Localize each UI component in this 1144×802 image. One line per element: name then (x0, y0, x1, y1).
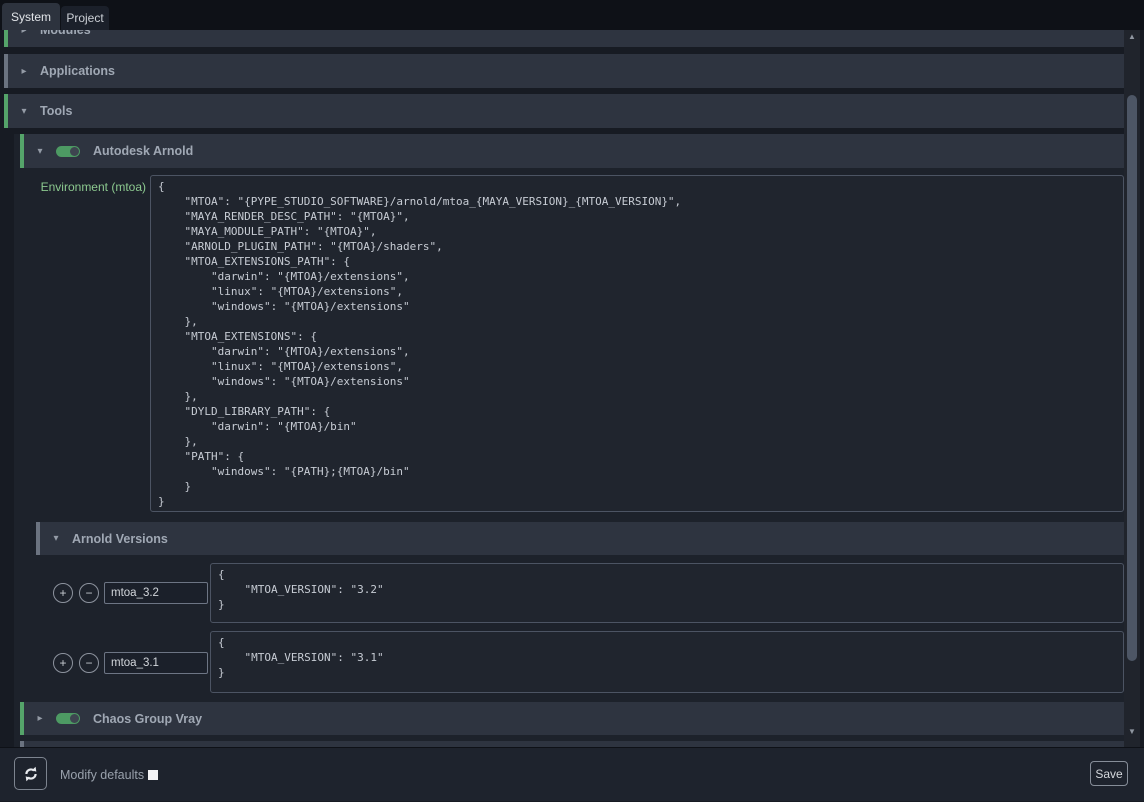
modify-defaults-checkbox[interactable] (148, 770, 158, 780)
scroll-up-icon[interactable]: ▲ (1124, 30, 1140, 44)
footer-bar: Modify defaults Save (0, 747, 1144, 801)
scroll-down-icon[interactable]: ▼ (1124, 725, 1140, 739)
section-title-autodesk-arnold: Autodesk Arnold (93, 144, 193, 158)
section-header-autodesk-arnold[interactable]: ▾ Autodesk Arnold (20, 134, 1124, 168)
section-title-tools: Tools (40, 104, 72, 118)
chevron-right-icon: ▸ (18, 66, 30, 77)
section-header-tools[interactable]: ▾ Tools (4, 94, 1124, 128)
tools-section-body: ▾ Autodesk Arnold Environment (mtoa) { "… (14, 134, 1124, 747)
remove-version-button[interactable]: − (79, 583, 99, 603)
section-title-arnold-versions: Arnold Versions (72, 532, 168, 546)
vertical-scrollbar[interactable]: ▲ ▼ (1124, 30, 1140, 747)
tab-bar: System Project (0, 0, 1144, 30)
chevron-down-icon: ▾ (50, 533, 62, 544)
section-header-arnold-versions[interactable]: ▾ Arnold Versions (36, 522, 1124, 555)
vray-enabled-toggle[interactable] (56, 713, 80, 724)
section-modules-clip: ▸ Modules (4, 30, 1124, 47)
add-version-button[interactable]: + (53, 653, 73, 673)
section-header-chaos-group-vray[interactable]: ▸ Chaos Group Vray (20, 702, 1124, 735)
version-value-textarea[interactable]: { "MTOA_VERSION": "3.1" } (210, 631, 1124, 693)
section-header-modules[interactable]: ▸ Modules (4, 30, 1124, 47)
environment-mtoa-textarea[interactable]: { "MTOA": "{PYPE_STUDIO_SOFTWARE}/arnold… (150, 175, 1124, 512)
modify-defaults-label: Modify defaults (60, 748, 144, 802)
tab-project[interactable]: Project (61, 6, 109, 30)
chevron-right-icon: ▸ (34, 713, 46, 724)
chevron-right-icon: ▸ (18, 30, 30, 36)
section-title-modules: Modules (40, 30, 91, 37)
refresh-button[interactable] (14, 757, 47, 790)
chevron-down-icon: ▾ (34, 146, 46, 157)
environment-mtoa-label: Environment (mtoa) (14, 180, 146, 194)
tab-system[interactable]: System (2, 3, 60, 30)
remove-version-button[interactable]: − (79, 653, 99, 673)
version-name-input[interactable] (104, 582, 208, 604)
add-version-button[interactable]: + (53, 583, 73, 603)
chevron-down-icon: ▾ (18, 106, 30, 117)
version-value-textarea[interactable]: { "MTOA_VERSION": "3.2" } (210, 563, 1124, 623)
refresh-icon (22, 765, 40, 783)
version-name-input[interactable] (104, 652, 208, 674)
save-button[interactable]: Save (1090, 761, 1128, 786)
section-header-applications[interactable]: ▸ Applications (4, 54, 1124, 88)
scrollbar-thumb[interactable] (1127, 95, 1137, 661)
section-title-chaos-group-vray: Chaos Group Vray (93, 712, 202, 726)
section-title-applications: Applications (40, 64, 115, 78)
arnold-enabled-toggle[interactable] (56, 146, 80, 157)
